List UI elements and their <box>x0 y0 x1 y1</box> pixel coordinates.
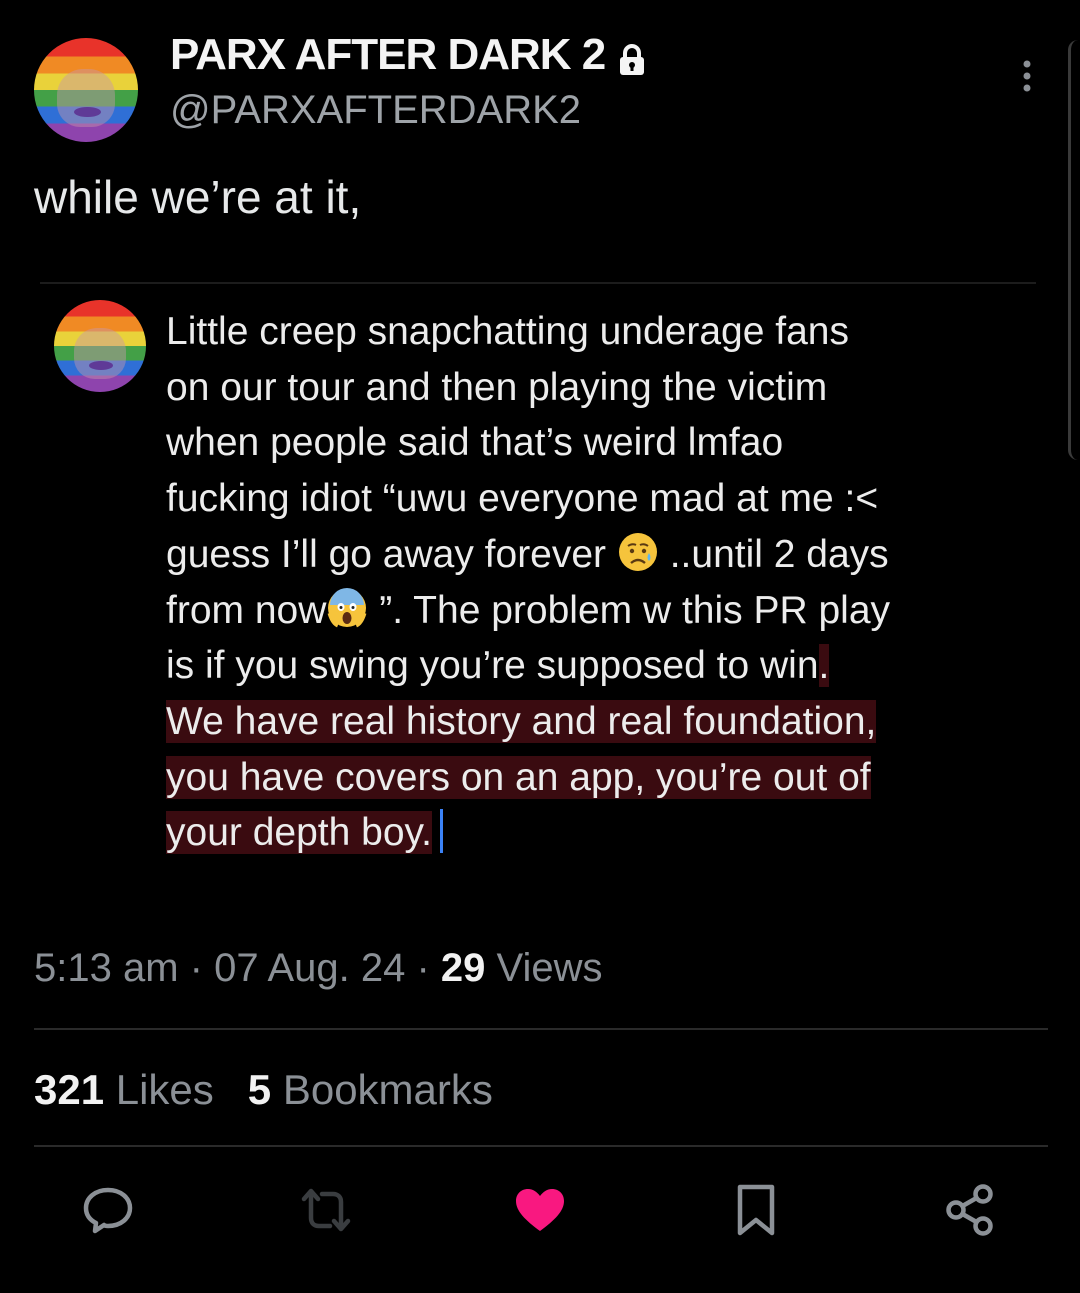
tweet-stats: 321 Likes 5 Bookmarks <box>34 1066 493 1114</box>
quote-line: is if you swing you’re supposed to win. <box>166 638 1046 694</box>
bookmarks-count: 5 <box>247 1066 272 1113</box>
views-label: Views <box>485 946 603 990</box>
quote-line-part: guess I’ll go away forever <box>166 532 617 576</box>
quote-line: on our tour and then playing the victim <box>166 365 828 409</box>
quote-line: from now ”. The problem w this PR play <box>166 583 1046 639</box>
selected-text[interactable]: We have real history and real foundation… <box>166 699 877 743</box>
retweet-button[interactable] <box>298 1182 354 1238</box>
tweet-date[interactable]: 07 Aug. 24 <box>214 946 405 990</box>
author-handle[interactable]: @PARXAFTERDARK2 <box>170 88 581 133</box>
likes-count: 321 <box>34 1066 105 1113</box>
bookmarks-stat[interactable]: 5 Bookmarks <box>248 1066 493 1113</box>
bookmark-icon <box>737 1184 775 1236</box>
bookmarks-label: Bookmarks <box>271 1066 493 1113</box>
views-count: 29 <box>440 946 486 990</box>
selected-text[interactable]: your depth boy. <box>166 811 432 855</box>
divider <box>34 1145 1048 1147</box>
like-button[interactable] <box>512 1182 568 1238</box>
reply-button[interactable] <box>80 1182 136 1238</box>
quote-divider <box>40 282 1036 284</box>
quote-line: your depth boy. <box>166 805 1046 861</box>
quote-text[interactable]: Little creep snapchatting underage fans … <box>166 304 1046 861</box>
quote-line-part: from now <box>166 588 327 632</box>
retweet-icon <box>301 1188 351 1232</box>
meta-separator: · <box>405 946 441 990</box>
author-display-name[interactable]: PARX AFTER DARK 2 <box>170 30 606 80</box>
screaming-face-emoji <box>326 587 368 629</box>
lock-icon <box>617 38 647 75</box>
quote-line: you have covers on an app, you’re out of <box>166 750 1046 806</box>
quote-line-part: ..until 2 days <box>658 532 889 576</box>
quote-line: when people said that’s weird lmfao <box>166 421 784 465</box>
quote-line-part: is if you swing you’re supposed to win <box>166 644 819 688</box>
share-icon <box>946 1184 993 1236</box>
tweet-time[interactable]: 5:13 am <box>34 946 179 990</box>
more-vertical-icon[interactable] <box>1010 58 1044 98</box>
quote-avatar[interactable] <box>54 300 146 392</box>
quote-line: We have real history and real foundation… <box>166 694 1046 750</box>
tweet-text: while we’re at it, <box>34 171 362 223</box>
selected-text[interactable]: you have covers on an app, you’re out of <box>166 755 871 799</box>
author-avatar[interactable] <box>34 38 138 142</box>
quote-line: guess I’ll go away forever ..until 2 day… <box>166 527 1046 583</box>
likes-stat[interactable]: 321 Likes <box>34 1066 214 1113</box>
quote-line: fucking idiot “uwu everyone mad at me :< <box>166 477 879 521</box>
text-caret <box>439 809 443 854</box>
scroll-edge <box>1068 40 1080 460</box>
likes-label: Likes <box>104 1066 214 1113</box>
author-name-row[interactable]: PARX AFTER DARK 2 <box>170 30 647 80</box>
sad-relieved-face-emoji <box>617 531 659 573</box>
bookmark-button[interactable] <box>728 1182 784 1238</box>
share-button[interactable] <box>942 1182 998 1238</box>
divider <box>34 1028 1048 1030</box>
meta-separator: · <box>178 946 215 990</box>
selected-text[interactable]: . <box>818 644 830 688</box>
quote-line: Little creep snapchatting underage fans <box>166 310 849 353</box>
tweet-meta: 5:13 am · 07 Aug. 24 · 29 Views <box>34 946 603 991</box>
reply-icon <box>83 1187 133 1234</box>
quote-line-part: ”. The problem w this PR play <box>368 588 891 632</box>
heart-icon <box>516 1189 564 1231</box>
